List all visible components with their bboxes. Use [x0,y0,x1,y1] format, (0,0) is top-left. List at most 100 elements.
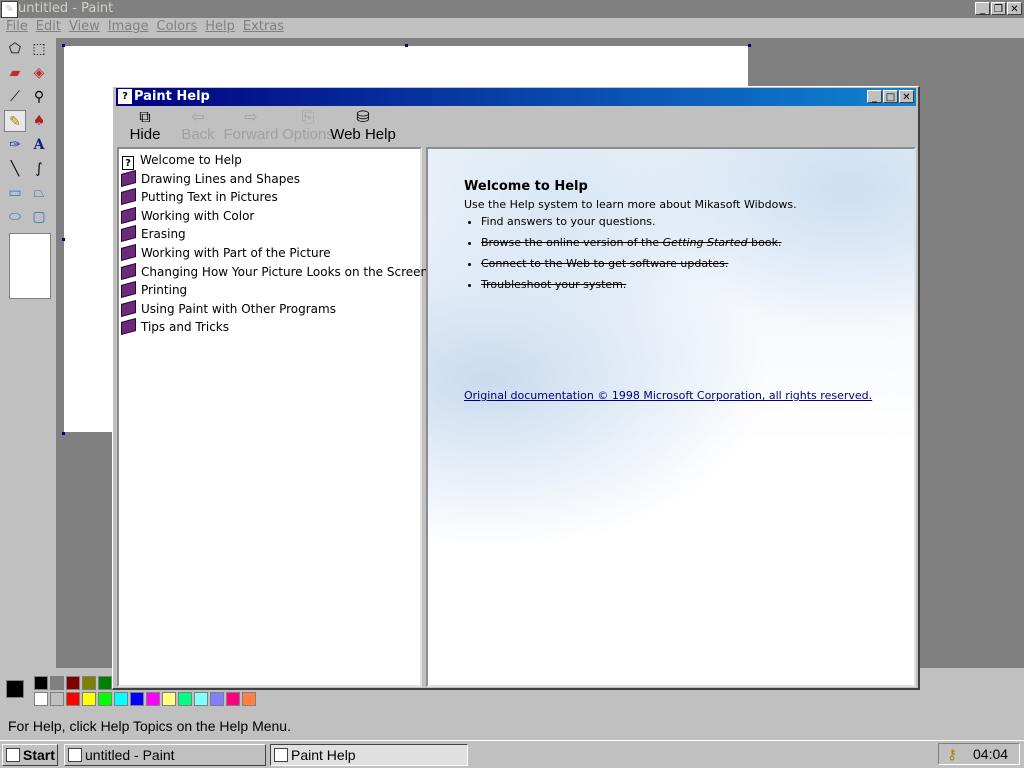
toc-item[interactable]: Printing [121,281,187,299]
copyright-link[interactable]: Original documentation © 1998 Microsoft … [464,389,872,402]
web-help-icon: ⛁ [356,109,370,126]
toc-item-label: Working with Color [141,208,255,223]
web-help-button[interactable]: ⛁ Web Help [328,106,398,146]
rounded-rect-icon[interactable]: ▢ [28,206,50,228]
bullet-browse-online[interactable]: Browse the online version of the Getting… [481,236,904,249]
system-tray: ⚷ 04:04 [938,743,1020,765]
palette-swatch[interactable] [98,676,112,690]
menu-colors[interactable]: Colors [153,18,202,36]
toc-item[interactable]: Erasing [121,225,186,243]
menu-image[interactable]: Image [104,18,153,36]
palette-swatch[interactable] [242,692,256,706]
toc-item[interactable]: Putting Text in Pictures [121,188,278,206]
back-arrow-icon: ⇦ [191,109,205,126]
toc-item[interactable]: Using Paint with Other Programs [121,299,336,318]
toolbox: ⬠ ⬚ ▰ ◈ ⟋ ⚲ ✎ ♠ ✑ A ╲ ∫ ▭ ⏢ ⬭ ▢ [0,38,56,668]
book-icon [121,225,136,243]
palette-swatch[interactable] [66,676,80,690]
fill-bucket-icon[interactable]: ◈ [28,62,50,84]
palette-swatch[interactable] [82,692,96,706]
toc-item[interactable]: Tips and Tricks [121,318,229,336]
palette-swatch[interactable] [66,692,80,706]
tool-options-box[interactable] [9,233,51,299]
curve-icon[interactable]: ∫ [28,158,50,180]
clock[interactable]: 04:04 [973,744,1008,764]
hide-icon: ⧉ [139,109,151,126]
close-button[interactable]: ✕ [1007,2,1022,15]
toc-item-label: Putting Text in Pictures [141,190,278,205]
forward-button[interactable]: ⇨ Forward [222,106,280,146]
bullet-connect-web[interactable]: Connect to the Web to get software updat… [481,257,904,270]
magnifier-icon[interactable]: ⚲ [28,86,50,108]
palette-swatch[interactable] [34,692,48,706]
toc-item-label: Printing [141,283,188,298]
palette-swatch[interactable] [130,692,144,706]
help-window-title: Paint Help [134,89,210,104]
bullet-find-answers: Find answers to your questions. [481,215,904,228]
book-icon [121,243,136,262]
topic-content: Welcome to Help Use the Help system to l… [464,179,904,299]
paint-titlebar[interactable]: ✎ untitled - Paint _ ❐ ✕ [0,0,1024,18]
rect-select-icon[interactable]: ⬚ [28,38,50,60]
task-paint-help[interactable]: Paint Help [270,744,468,766]
menu-view[interactable]: View [65,18,104,36]
palette-swatch[interactable] [162,692,176,706]
topic-intro: Use the Help system to learn more about … [464,198,797,211]
toc-item-label: Working with Part of the Picture [141,246,331,260]
menu-edit[interactable]: Edit [32,18,65,36]
palette-swatch[interactable] [50,692,64,706]
rectangle-icon[interactable]: ▭ [4,182,26,204]
paint-app-icon[interactable]: ✎ [1,1,18,18]
book-icon [121,318,136,336]
back-button[interactable]: ⇦ Back [178,106,218,146]
free-select-icon[interactable]: ⬠ [4,38,26,60]
canvas-handle-top-right [748,44,751,47]
color-picker-icon[interactable]: ⟋ [4,86,26,108]
palette-swatch[interactable] [50,676,64,690]
line-icon[interactable]: ╲ [4,158,26,180]
palette-swatch[interactable] [98,692,112,706]
help-toolbar: ⧉ Hide ⇦ Back ⇨ Forward ⎘ Options ⛁ Web … [116,106,916,146]
palette-swatch[interactable] [82,676,96,690]
foreground-color-swatch[interactable] [6,680,24,698]
help-close-button[interactable]: ✕ [899,90,914,103]
ellipse-icon[interactable]: ⬭ [4,206,26,228]
minimize-button[interactable]: _ [975,2,990,15]
palette-swatch[interactable] [210,692,224,706]
bullet-troubleshoot[interactable]: Troubleshoot your system. [481,278,904,291]
toc-item[interactable]: ? Welcome to Help [121,151,242,170]
hide-button[interactable]: ⧉ Hide [126,106,164,146]
palette-swatch[interactable] [146,692,160,706]
menu-file[interactable]: File [2,18,32,36]
palette-swatch[interactable] [194,692,208,706]
pencil-icon[interactable]: ✎ [4,110,26,132]
help-maximize-button[interactable]: □ [883,90,898,103]
palette-swatch[interactable] [226,692,240,706]
polygon-icon[interactable]: ⏢ [28,182,50,204]
help-minimize-button[interactable]: _ [867,90,882,103]
palette-swatch[interactable] [178,692,192,706]
eraser-icon[interactable]: ▰ [4,62,26,84]
paint-caption-buttons: _ ❐ ✕ [974,2,1022,15]
palette-swatch[interactable] [114,692,128,706]
text-tool-icon[interactable]: A [28,134,50,156]
brush-icon[interactable]: ♠ [28,110,50,132]
book-icon [121,262,136,280]
restore-button[interactable]: ❐ [991,2,1006,15]
palette-swatch[interactable] [34,676,48,690]
help-window-icon[interactable]: ? [118,89,132,104]
toc-item[interactable]: Drawing Lines and Shapes [121,169,300,188]
menu-extras[interactable]: Extras [239,18,288,36]
tray-key-icon[interactable]: ⚷ [947,744,957,764]
toc-item[interactable]: Working with Color [121,206,255,225]
toc-item[interactable]: Working with Part of the Picture [121,243,331,262]
toc-item[interactable]: Changing How Your Picture Looks on the S… [121,262,428,281]
help-titlebar[interactable]: ? Paint Help _ □ ✕ [116,88,916,106]
airbrush-icon[interactable]: ✑ [4,134,26,156]
canvas-handle-top [405,44,408,47]
task-paint[interactable]: untitled - Paint [64,744,266,766]
start-button[interactable]: Start [2,744,58,766]
menu-help[interactable]: Help [201,18,239,36]
book-icon [121,299,136,317]
help-contents-pane: ? Welcome to Help Drawing Lines and Shapes… [117,147,428,687]
